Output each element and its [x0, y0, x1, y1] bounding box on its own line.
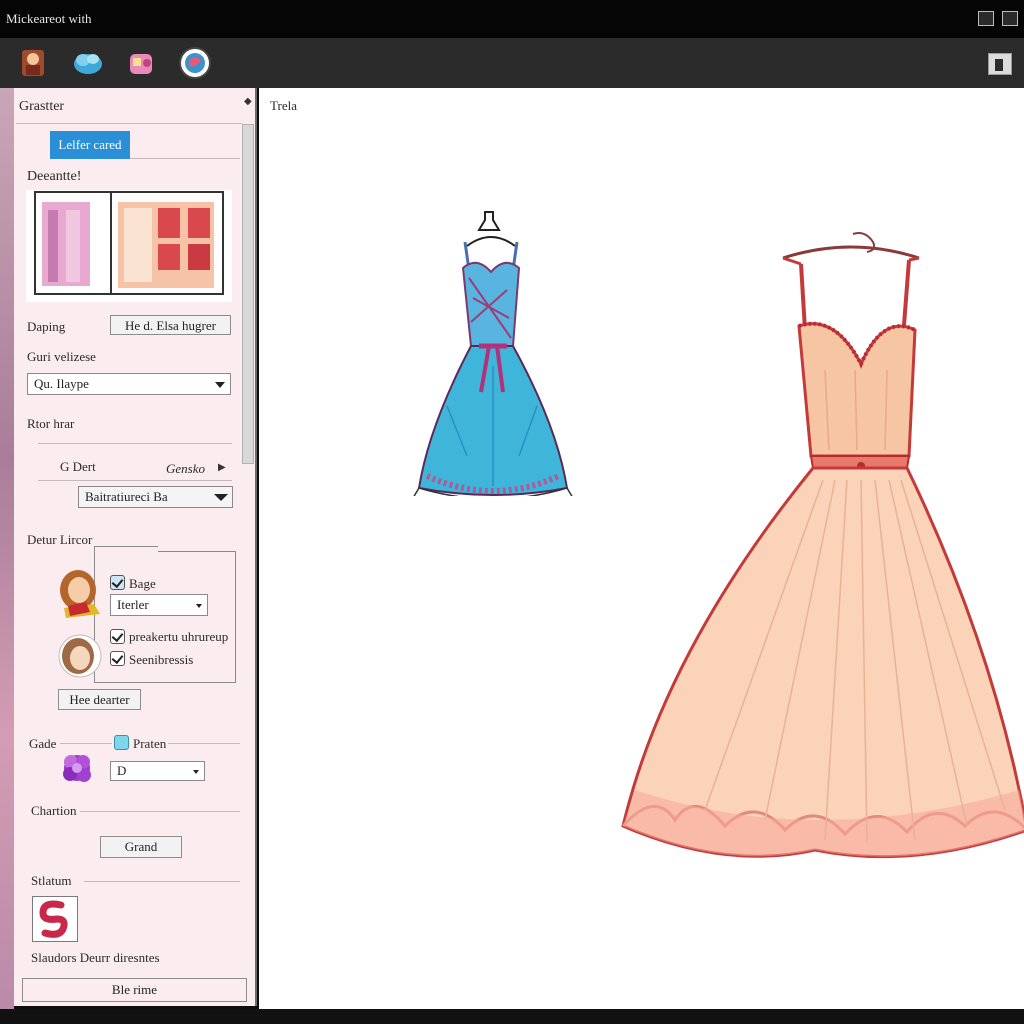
- option-checkbox[interactable]: [110, 651, 125, 666]
- avatar[interactable]: [56, 632, 104, 680]
- grade-label: Gade: [29, 736, 57, 751]
- detur-select-value: Iterler: [117, 597, 149, 612]
- close-window-icon[interactable]: [1002, 11, 1018, 26]
- divider: [60, 743, 112, 744]
- left-edge-strip: [0, 88, 14, 1012]
- praten-label: Praten: [133, 736, 167, 751]
- divider: [84, 881, 240, 882]
- peach-dress-sketch[interactable]: [615, 230, 1024, 870]
- divider: [38, 480, 232, 481]
- sidebar-header: Grastter: [19, 99, 65, 114]
- detur-label: Detur Lircor: [27, 532, 93, 547]
- status-caption: Slaudors Deurr diresntes: [31, 950, 160, 965]
- bottom-border: [0, 1009, 1024, 1024]
- dert-link[interactable]: Gensko: [166, 461, 205, 477]
- window-title: Mickeareot with: [6, 11, 92, 26]
- canvas-label: Trela: [270, 98, 297, 113]
- footer-button[interactable]: Ble rime: [22, 978, 247, 1002]
- size-select[interactable]: Qu. Ilaype: [27, 373, 231, 395]
- chevron-down-icon: [193, 770, 199, 774]
- style-dropdown-value: Baitratiureci Ba: [85, 489, 168, 504]
- groupbox-tab: [94, 546, 158, 554]
- swatch-thumbnails: [26, 190, 232, 302]
- bage-checkbox[interactable]: [110, 575, 125, 590]
- grade-select-value: D: [117, 763, 127, 778]
- chevron-down-icon: [215, 382, 225, 388]
- hee-button[interactable]: Hee dearter: [58, 689, 141, 710]
- chevron-down-icon: [196, 604, 202, 608]
- tab-active[interactable]: Lelfer cared: [50, 131, 130, 159]
- divider: [130, 158, 240, 159]
- draping-button[interactable]: He d. Elsa hugrer: [110, 315, 231, 335]
- sidebar-scrollbar[interactable]: [242, 124, 254, 464]
- avatar[interactable]: [56, 568, 104, 620]
- design-canvas[interactable]: Trela: [259, 88, 1024, 1009]
- divider: [38, 443, 232, 444]
- grade-select[interactable]: D: [110, 761, 205, 781]
- title-bar: Mickeareot with: [0, 0, 1024, 38]
- size-label: Guri velizese: [27, 349, 96, 364]
- option-label: Seenibressis: [129, 652, 194, 667]
- chevron-right-icon[interactable]: ▶: [218, 462, 226, 473]
- bage-label: Bage: [129, 576, 156, 591]
- collapse-icon[interactable]: ◆: [244, 96, 252, 107]
- detur-select[interactable]: Iterler: [110, 594, 208, 616]
- size-select-value: Qu. Ilaype: [34, 376, 89, 391]
- flag-icon[interactable]: [988, 53, 1012, 75]
- status-label: Stlatum: [31, 873, 72, 888]
- rtor-label: Rtor hrar: [27, 416, 75, 431]
- grand-button[interactable]: Grand: [100, 836, 182, 858]
- dert-label: G Dert: [60, 459, 96, 474]
- cloud-icon[interactable]: [70, 46, 106, 80]
- praten-checkbox[interactable]: [114, 735, 129, 750]
- chevron-down-icon: [214, 494, 228, 501]
- pig-icon[interactable]: [124, 46, 160, 80]
- section-title: Deeantte!: [27, 169, 82, 184]
- restore-window-icon[interactable]: [978, 11, 994, 26]
- globe-icon[interactable]: [177, 46, 213, 80]
- chartion-label: Chartion: [31, 803, 77, 818]
- ribbon-icon[interactable]: [32, 896, 78, 942]
- divider: [168, 743, 240, 744]
- blue-dress-sketch[interactable]: [407, 206, 579, 496]
- flower-icon[interactable]: [58, 748, 96, 790]
- divider: [16, 123, 242, 124]
- draping-label: Daping: [27, 319, 66, 334]
- character-icon[interactable]: [16, 46, 52, 80]
- toolbar: [0, 38, 1024, 88]
- option-checkbox[interactable]: [110, 629, 125, 644]
- option-label: preakertu uhrureup: [129, 629, 229, 644]
- style-dropdown[interactable]: Baitratiureci Ba: [78, 486, 233, 508]
- divider: [80, 811, 240, 812]
